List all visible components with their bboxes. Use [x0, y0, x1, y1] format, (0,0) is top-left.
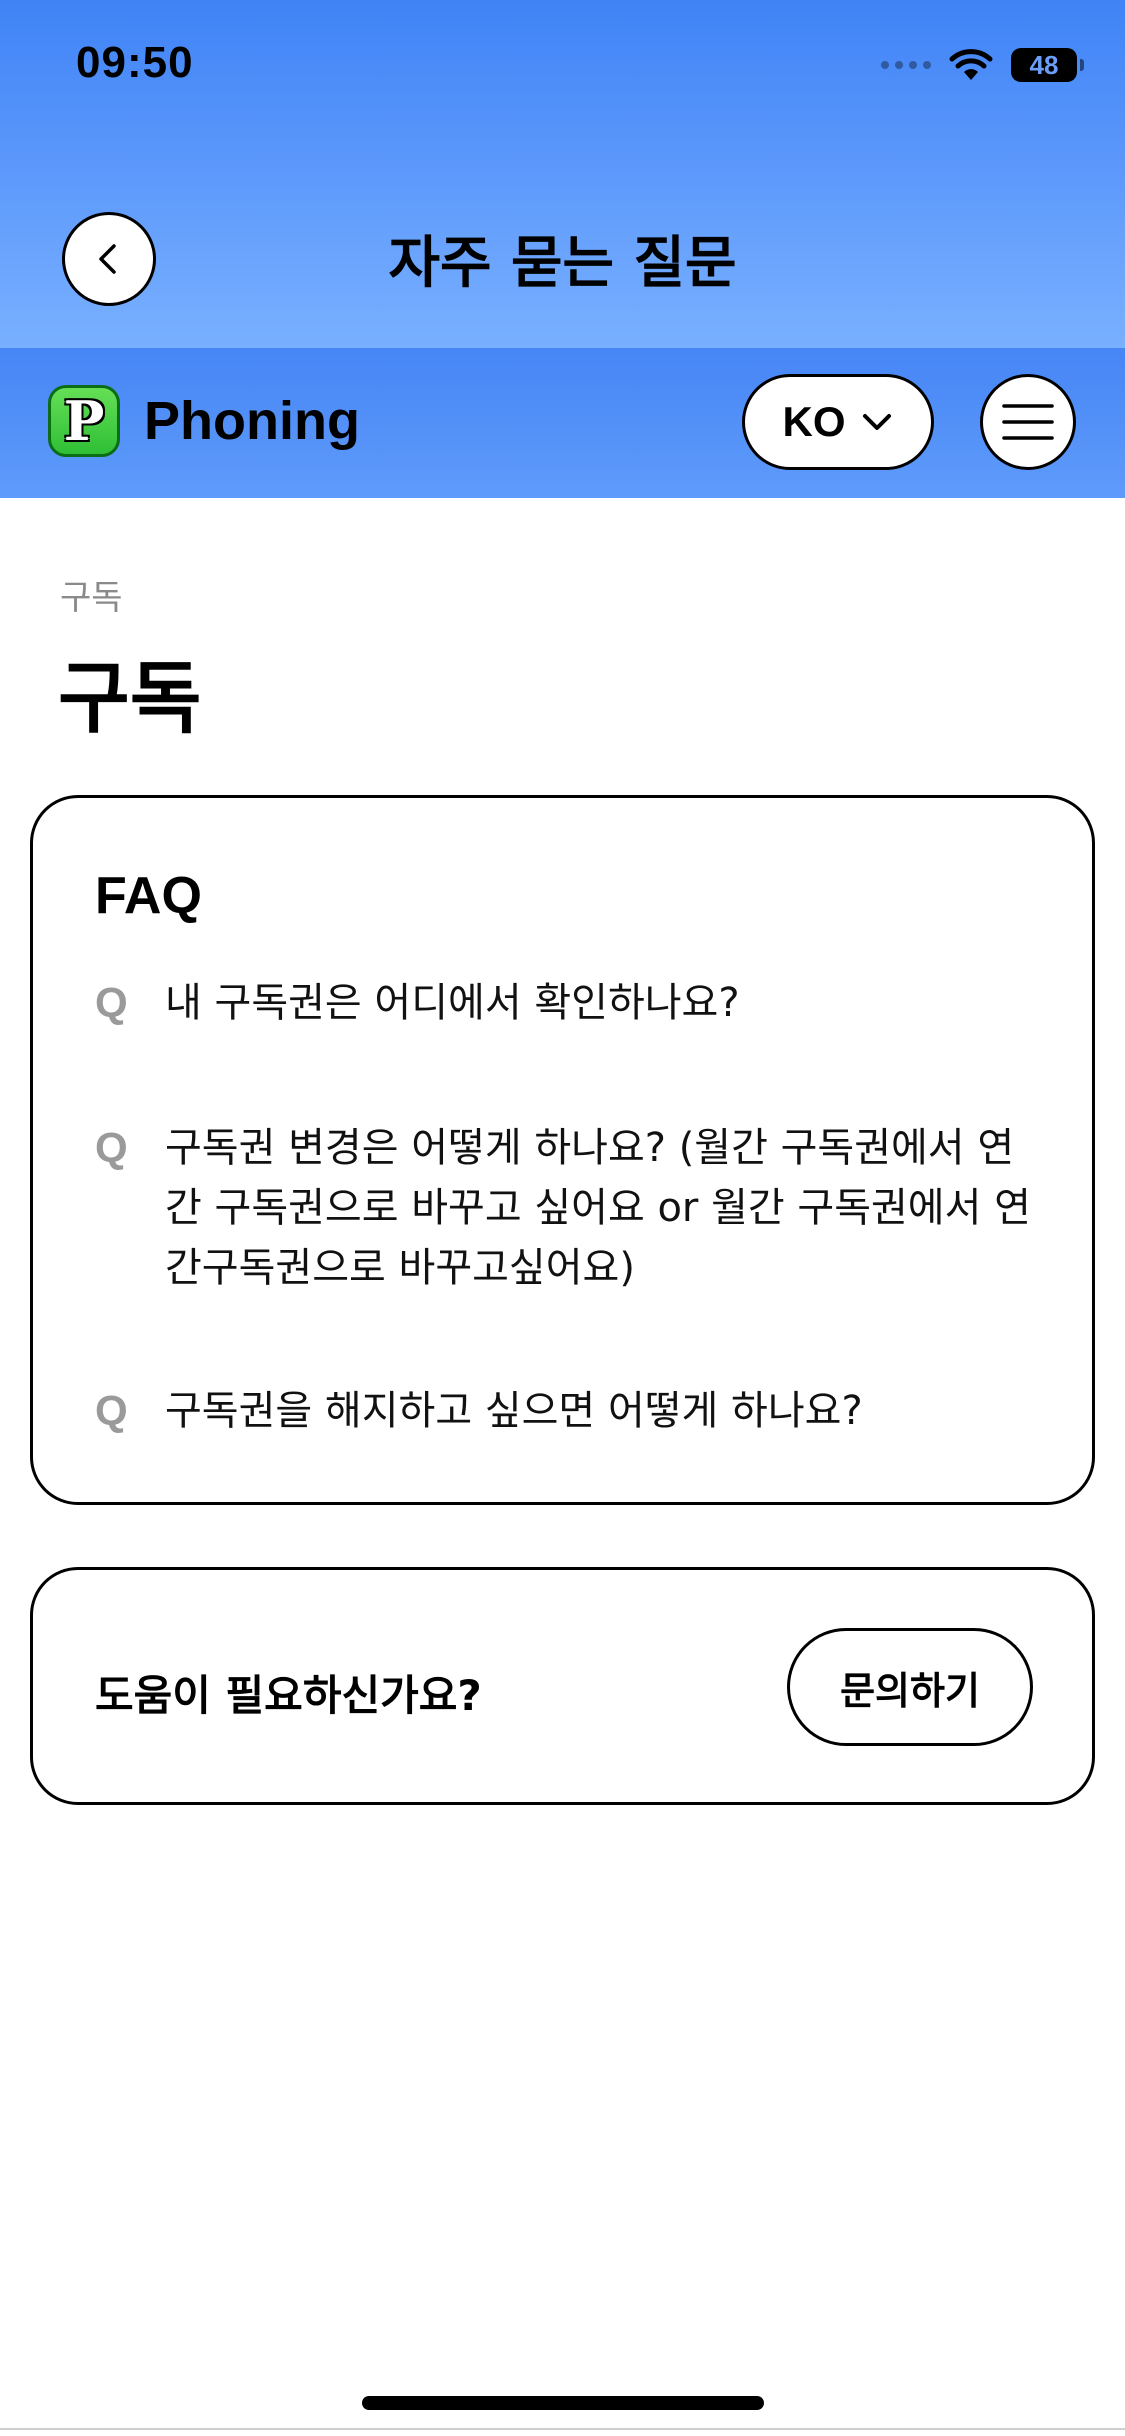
wifi-icon	[949, 49, 993, 80]
faq-item[interactable]: Q 구독권을 해지하고 싶으면 어떻게 하나요?	[95, 1381, 1035, 1441]
language-label: KO	[782, 398, 846, 445]
faq-card: FAQ Q 내 구독권은 어디에서 확인하나요? Q 구독권 변경은 어떻게 하…	[30, 795, 1095, 1505]
signal-icon	[881, 61, 931, 69]
faq-question: 구독권을 해지하고 싶으면 어떻게 하나요?	[165, 1388, 863, 1434]
chevron-down-icon	[862, 414, 891, 430]
header-area: 09:50 48 자주 묻는 질문	[0, 0, 1125, 348]
help-text: 도움이 필요하신가요?	[95, 1671, 482, 1720]
status-time: 09:50	[76, 38, 194, 87]
contact-button[interactable]: 문의하기	[787, 1628, 1033, 1746]
faq-question: 구독권 변경은 어떻게 하나요? (월간 구독권에서 연간 구독권으로 바꾸고 …	[165, 1125, 1031, 1291]
faq-page: 09:50 48 자주 묻는 질문 P Phoning KO 구독 구독 FAQ…	[0, 0, 1125, 2436]
faq-q-marker: Q	[95, 1387, 128, 1434]
divider	[0, 2428, 1125, 2430]
help-card: 도움이 필요하신가요? 문의하기	[30, 1567, 1095, 1805]
faq-item[interactable]: Q 구독권 변경은 어떻게 하나요? (월간 구독권에서 연간 구독권으로 바꾸…	[95, 1118, 1035, 1298]
faq-question: 내 구독권은 어디에서 확인하나요?	[165, 980, 740, 1026]
faq-q-marker: Q	[95, 979, 128, 1026]
battery-icon: 48	[1011, 48, 1084, 82]
breadcrumb[interactable]: 구독	[60, 570, 123, 619]
battery-level: 48	[1029, 49, 1059, 80]
section-title: 구독	[58, 654, 202, 744]
faq-heading: FAQ	[95, 867, 202, 925]
hamburger-menu-icon	[1002, 404, 1054, 440]
language-select-button[interactable]: KO	[742, 374, 934, 470]
faq-item[interactable]: Q 내 구독권은 어디에서 확인하나요?	[95, 973, 1035, 1033]
faq-q-marker: Q	[95, 1124, 128, 1171]
logo-letter: P	[63, 389, 105, 453]
phoning-logo-icon[interactable]: P	[48, 385, 120, 457]
home-indicator[interactable]	[362, 2396, 764, 2410]
menu-button[interactable]	[980, 374, 1076, 470]
status-indicators: 48	[881, 48, 1084, 82]
brand-name[interactable]: Phoning	[144, 390, 360, 452]
page-title: 자주 묻는 질문	[388, 231, 737, 296]
brand-bar: P Phoning KO	[0, 348, 1125, 498]
